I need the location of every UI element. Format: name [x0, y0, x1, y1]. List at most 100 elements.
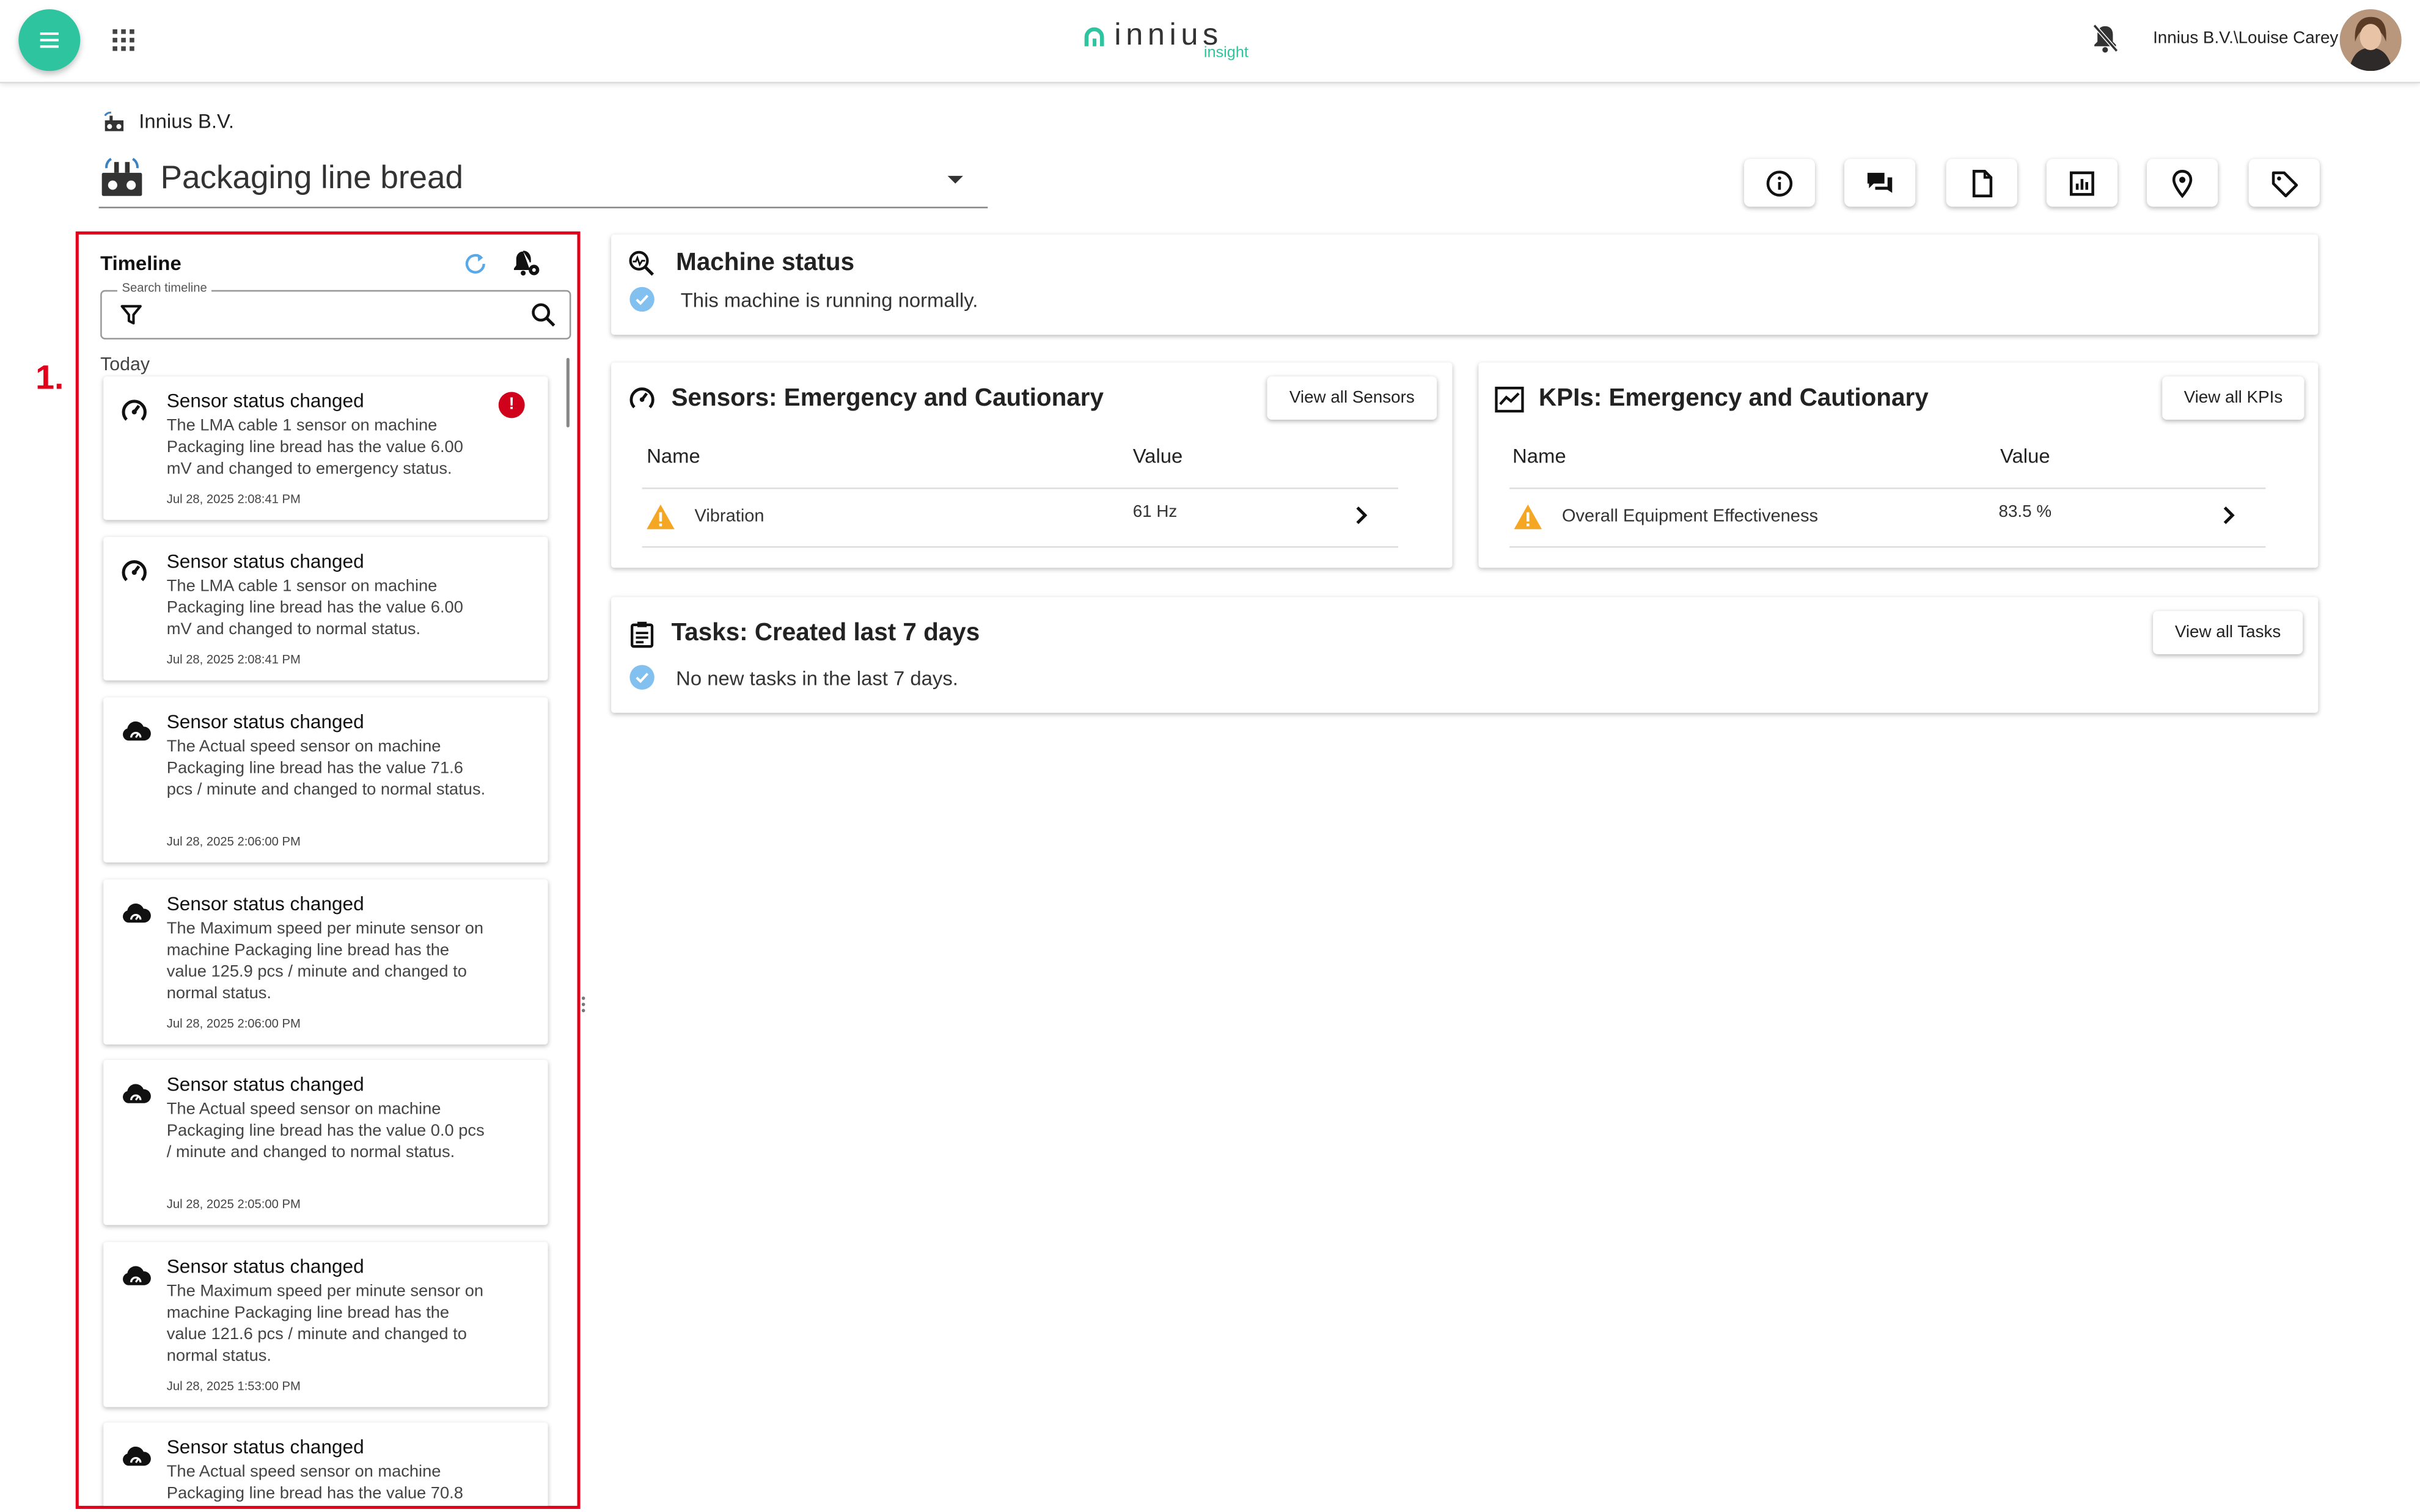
timeline-item-text: The Maximum speed per minute sensor on m…	[166, 1282, 484, 1366]
timeline-item-title: Sensor status changed	[166, 550, 364, 572]
machine-name: Packaging line bread	[160, 160, 464, 196]
table-divider	[642, 546, 1399, 548]
warning-icon	[1514, 504, 1542, 530]
timeline-item[interactable]: Sensor status changed The Maximum speed …	[103, 1242, 548, 1408]
main-menu-button[interactable]	[18, 9, 81, 71]
kpis-col-name: Name	[1512, 444, 1566, 468]
timeline-item-text: The Actual speed sensor on machine Packa…	[166, 1463, 463, 1503]
sensor-value: 61 Hz	[1132, 503, 1178, 522]
timeline-item-text: The Actual speed sensor on machine Packa…	[166, 737, 486, 800]
kpis-alert-card: KPIs: Emergency and Cautionary View all …	[1478, 362, 2319, 568]
chevron-right-icon[interactable]	[2220, 505, 2238, 526]
machine-status-message: This machine is running normally.	[680, 288, 978, 312]
annotation-marker: 1.	[35, 357, 64, 397]
apps-grid-button[interactable]	[109, 26, 137, 54]
user-tenant-path[interactable]: Innius B.V.\Louise Carey	[2153, 29, 2338, 48]
table-divider	[1509, 488, 2266, 489]
table-divider	[1509, 546, 2266, 548]
machine-connected-icon	[101, 158, 142, 196]
top-app-bar: innius insight Innius B.V.\Louise Carey	[0, 0, 2420, 84]
report-icon	[2069, 171, 2094, 196]
timeline-item[interactable]: Sensor status changed The Actual speed s…	[103, 697, 548, 863]
status-monitor-icon	[629, 250, 654, 276]
view-all-sensors-button[interactable]: View all Sensors	[1267, 376, 1437, 420]
innius-logo-mark-icon	[1084, 27, 1104, 46]
timeline-group-label: Today	[100, 353, 150, 375]
machine-chat-button[interactable]	[1844, 159, 1916, 207]
cloud-gauge-icon	[123, 1446, 151, 1466]
chevron-right-icon[interactable]	[1352, 505, 1370, 526]
view-all-kpis-button[interactable]: View all KPIs	[2162, 376, 2304, 420]
machine-status-title: Machine status	[676, 250, 855, 277]
timeline-item-time: Jul 28, 2025 2:06:00 PM	[166, 1017, 301, 1031]
ok-check-icon	[629, 287, 654, 312]
sensors-title: Sensors: Emergency and Cautionary	[671, 385, 1104, 412]
trend-chart-icon	[1495, 387, 1524, 413]
timeline-item-time: Jul 28, 2025 2:05:00 PM	[166, 1197, 301, 1211]
machine-location-button[interactable]	[2146, 159, 2218, 207]
notification-settings-button[interactable]	[511, 249, 542, 280]
sensor-name: Vibration	[694, 507, 765, 527]
tasks-title: Tasks: Created last 7 days	[671, 620, 980, 647]
timeline-item-text: The Maximum speed per minute sensor on m…	[166, 919, 484, 1003]
timeline-item-title: Sensor status changed	[166, 711, 364, 733]
warning-icon	[647, 504, 675, 530]
machine-icon	[104, 111, 124, 131]
machine-status-card: Machine status This machine is running n…	[611, 234, 2319, 335]
timeline-item-time: Jul 28, 2025 2:06:00 PM	[166, 835, 301, 849]
timeline-item[interactable]: Sensor status changed The Actual speed s…	[103, 1060, 548, 1225]
user-avatar[interactable]	[2339, 9, 2402, 71]
search-icon[interactable]	[529, 301, 557, 328]
emergency-status-icon: !	[498, 392, 525, 418]
timeline-item[interactable]: Sensor status changed The Actual speed s…	[103, 1422, 548, 1506]
machine-selector[interactable]: Packaging line bread	[98, 155, 988, 208]
timeline-item[interactable]: Sensor status changed The LMA cable 1 se…	[103, 376, 548, 520]
sensors-alert-card: Sensors: Emergency and Cautionary View a…	[611, 362, 1453, 568]
cloud-gauge-icon	[123, 1266, 151, 1285]
cloud-gauge-icon	[123, 721, 151, 741]
avatar-image	[2339, 9, 2402, 71]
sensors-col-value: Value	[1132, 444, 1183, 468]
clipboard-icon	[631, 621, 654, 648]
timeline-item-text: The LMA cable 1 sensor on machine Packag…	[166, 416, 463, 478]
timeline-item-time: Jul 28, 2025 1:53:00 PM	[166, 1379, 301, 1393]
machine-documents-button[interactable]	[1946, 159, 2017, 207]
machine-info-button[interactable]	[1744, 159, 1815, 207]
panel-resize-handle[interactable]	[581, 995, 587, 1013]
tasks-message: No new tasks in the last 7 days.	[676, 667, 958, 690]
location-icon	[2172, 170, 2193, 199]
dropdown-arrow-icon	[947, 175, 963, 184]
machine-reports-button[interactable]	[2046, 159, 2118, 207]
view-all-tasks-button[interactable]: View all Tasks	[2153, 611, 2303, 654]
kpis-title: KPIs: Emergency and Cautionary	[1538, 385, 1929, 412]
innius-logo[interactable]: innius insight	[1080, 18, 1266, 65]
timeline-item-time: Jul 28, 2025 2:08:41 PM	[166, 652, 301, 667]
filter-icon[interactable]	[120, 304, 142, 326]
kpi-value: 83.5 %	[1998, 503, 2052, 522]
timeline-item[interactable]: Sensor status changed The Maximum speed …	[103, 879, 548, 1045]
logo-subtitle: insight	[1203, 45, 1248, 62]
timeline-title: Timeline	[100, 251, 182, 275]
timeline-panel: Timeline Search timeline Today Sensor st…	[75, 231, 581, 1509]
gauge-icon	[629, 387, 654, 409]
kpi-name: Overall Equipment Effectiveness	[1561, 507, 1819, 527]
timeline-item-title: Sensor status changed	[166, 893, 364, 915]
kpis-col-value: Value	[2000, 444, 2050, 468]
timeline-item-time: Jul 28, 2025 2:08:41 PM	[166, 492, 301, 506]
timeline-refresh-button[interactable]	[461, 250, 489, 277]
menu-icon	[40, 32, 59, 48]
notifications-off-icon	[2092, 24, 2119, 53]
notification-settings-icon	[513, 250, 540, 276]
apps-grid-icon	[112, 29, 134, 51]
chat-icon	[1867, 172, 1893, 193]
company-name: Innius B.V.	[139, 109, 235, 133]
info-icon	[1766, 170, 1793, 197]
search-label: Search timeline	[117, 280, 212, 295]
machine-tags-button[interactable]	[2248, 159, 2320, 207]
timeline-item-text: The LMA cable 1 sensor on machine Packag…	[166, 577, 463, 639]
ok-check-icon	[629, 665, 654, 690]
timeline-scrollbar[interactable]	[566, 357, 570, 428]
timeline-search-field[interactable]: Search timeline	[100, 280, 571, 340]
notifications-button[interactable]	[2091, 23, 2119, 54]
timeline-item[interactable]: Sensor status changed The LMA cable 1 se…	[103, 536, 548, 681]
